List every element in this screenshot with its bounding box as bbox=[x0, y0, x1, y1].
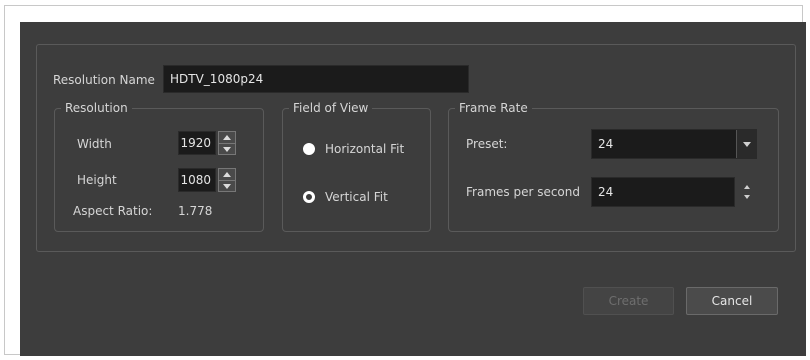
settings-panel: Resolution Name HDTV_1080p24 Resolution … bbox=[36, 44, 796, 252]
aspect-ratio-label: Aspect Ratio: bbox=[73, 204, 153, 218]
resolution-name-input[interactable]: HDTV_1080p24 bbox=[163, 65, 469, 93]
radio-unchecked-icon bbox=[303, 143, 315, 155]
resolution-group-title: Resolution bbox=[61, 101, 132, 115]
horizontal-fit-label: Horizontal Fit bbox=[325, 142, 405, 156]
vertical-fit-label: Vertical Fit bbox=[325, 190, 388, 204]
width-stepper[interactable] bbox=[218, 131, 236, 155]
triangle-down-icon bbox=[744, 195, 750, 199]
frame-rate-group-title: Frame Rate bbox=[455, 101, 532, 115]
triangle-down-icon bbox=[223, 183, 231, 189]
frames-per-second-input[interactable]: 24 bbox=[591, 177, 735, 207]
height-stepper[interactable] bbox=[218, 168, 236, 192]
field-of-view-group-title: Field of View bbox=[289, 101, 373, 115]
new-resolution-dialog: Resolution Name HDTV_1080p24 Resolution … bbox=[20, 22, 806, 356]
aspect-ratio-value: 1.778 bbox=[178, 204, 213, 218]
width-field[interactable]: 1920 bbox=[178, 131, 216, 155]
frames-per-second-label: Frames per second bbox=[466, 185, 580, 199]
triangle-up-icon bbox=[744, 185, 750, 189]
frames-per-second-stepper[interactable] bbox=[742, 185, 752, 199]
preset-dropdown-value: 24 bbox=[598, 137, 614, 151]
triangle-up-icon bbox=[223, 135, 231, 140]
resolution-name-label: Resolution Name bbox=[53, 73, 155, 87]
create-button[interactable]: Create bbox=[583, 287, 674, 315]
triangle-down-icon bbox=[223, 146, 231, 152]
height-increment-button[interactable] bbox=[218, 168, 236, 180]
chevron-down-icon[interactable] bbox=[736, 130, 756, 158]
triangle-up-icon bbox=[223, 172, 231, 177]
frames-per-second-value: 24 bbox=[598, 185, 614, 199]
preset-dropdown[interactable]: 24 bbox=[591, 129, 757, 159]
height-decrement-button[interactable] bbox=[218, 180, 236, 192]
width-decrement-button[interactable] bbox=[218, 143, 236, 155]
radio-checked-icon bbox=[303, 191, 315, 203]
cancel-button[interactable]: Cancel bbox=[686, 287, 778, 315]
width-increment-button[interactable] bbox=[218, 131, 236, 143]
resolution-group: Resolution Width 1920 Height 1080 Aspect… bbox=[54, 101, 264, 232]
width-label: Width bbox=[77, 137, 112, 151]
frame-rate-group: Frame Rate Preset: 24 Frames per second … bbox=[448, 101, 779, 232]
height-label: Height bbox=[77, 173, 117, 187]
preset-label: Preset: bbox=[466, 137, 508, 151]
field-of-view-group: Field of View Horizontal Fit Vertical Fi… bbox=[282, 101, 431, 232]
height-field[interactable]: 1080 bbox=[178, 168, 216, 192]
